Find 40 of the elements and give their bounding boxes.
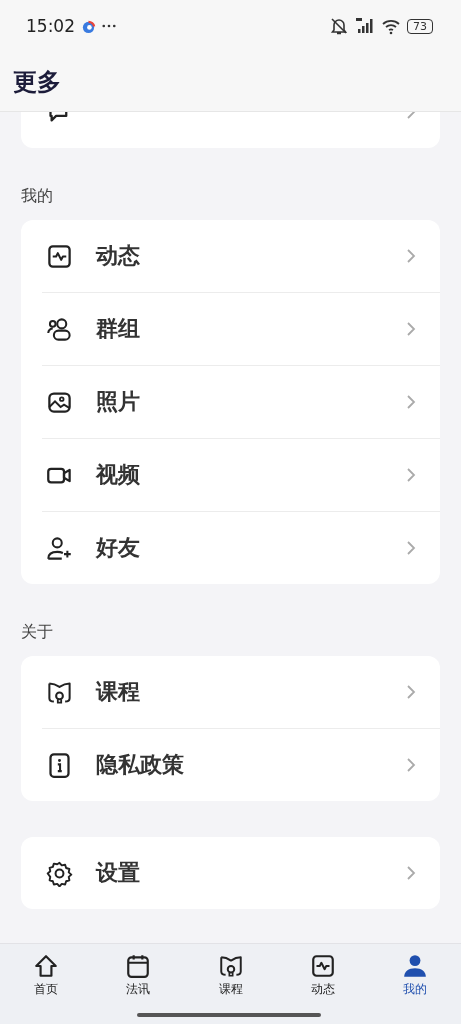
menu-item[interactable]: 课程 [21, 656, 440, 728]
chevron-icon [406, 394, 416, 410]
menu-item[interactable]: 视频 [21, 439, 440, 511]
tab-item[interactable]: 我的 [368, 953, 461, 998]
info-icon [46, 751, 73, 779]
clock-time: 15:02 [26, 16, 75, 36]
menu-item[interactable]: 设置 [21, 837, 440, 909]
tab-item[interactable]: 首页 [0, 953, 93, 998]
tab-item[interactable]: 法讯 [92, 953, 185, 998]
book-badge-icon [217, 953, 244, 979]
chevron-icon [406, 248, 416, 264]
signal-icon [355, 16, 375, 36]
person-icon [401, 953, 428, 979]
chevron-icon [406, 757, 416, 773]
calendar-icon [125, 953, 152, 979]
menu-item[interactable]: 隐私政策 [21, 729, 440, 801]
section-heading: 关于 [21, 621, 54, 643]
add-user-icon [46, 534, 73, 562]
more-dots-icon [102, 24, 116, 28]
chevron-icon [406, 684, 416, 700]
page-title: 更多 [13, 66, 61, 98]
pulse-icon [309, 953, 336, 979]
people-icon [46, 315, 73, 343]
app-logo-icon [81, 18, 96, 34]
section-heading: 我的 [21, 185, 54, 207]
menu-item[interactable]: 好友 [21, 512, 440, 584]
tab-item[interactable]: 动态 [276, 953, 369, 998]
menu-item[interactable]: 动态 [21, 220, 440, 292]
settings-icon [46, 859, 73, 887]
chevron-icon [406, 540, 416, 556]
muted-bell-icon [329, 16, 349, 36]
chevron-icon [406, 321, 416, 337]
chevron-icon [406, 865, 416, 881]
menu-item[interactable]: 照片 [21, 366, 440, 438]
battery-level: 73 [407, 18, 433, 34]
pulse-icon [46, 242, 73, 270]
chevron-icon [406, 467, 416, 483]
home-icon [33, 953, 60, 979]
menu-item[interactable]: 群组 [21, 293, 440, 365]
tab-item[interactable]: 课程 [184, 953, 277, 998]
